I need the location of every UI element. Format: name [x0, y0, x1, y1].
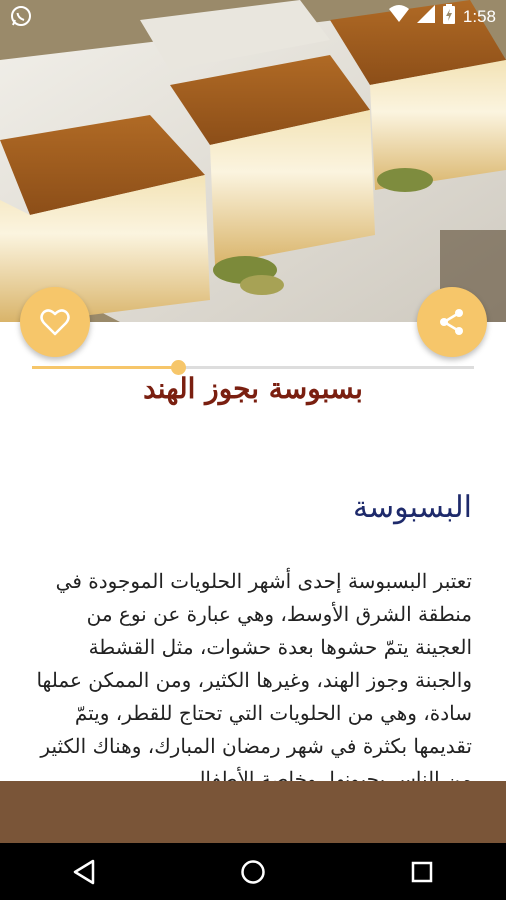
- wifi-icon: [388, 5, 409, 28]
- favorite-button[interactable]: [20, 287, 90, 357]
- hero-image: [0, 0, 506, 322]
- recents-button[interactable]: [392, 843, 452, 900]
- recipe-title: بسبوسة بجوز الهند: [143, 372, 363, 405]
- recents-icon: [411, 861, 432, 882]
- signal-icon: [416, 5, 435, 28]
- battery-icon: [442, 4, 455, 29]
- article-body: تعتبر البسبوسة إحدى أشهر الحلويات الموجو…: [36, 569, 472, 783]
- heart-icon: [40, 309, 70, 336]
- basbousa-photo: [0, 0, 506, 322]
- reading-progress-bar[interactable]: [32, 360, 474, 375]
- share-button[interactable]: [417, 287, 487, 357]
- home-icon: [241, 859, 265, 884]
- system-nav-bar: [0, 843, 506, 900]
- whatsapp-icon: [10, 5, 32, 32]
- share-icon: [440, 309, 463, 335]
- home-button[interactable]: [223, 843, 283, 900]
- back-button[interactable]: [54, 843, 114, 900]
- status-bar: 1:58: [0, 0, 506, 32]
- section-heading: البسبوسة: [352, 490, 472, 525]
- footer-bar: [0, 781, 506, 843]
- back-icon: [74, 859, 95, 884]
- reading-progress-fill: [32, 366, 178, 369]
- clock-time: 1:58: [462, 6, 496, 26]
